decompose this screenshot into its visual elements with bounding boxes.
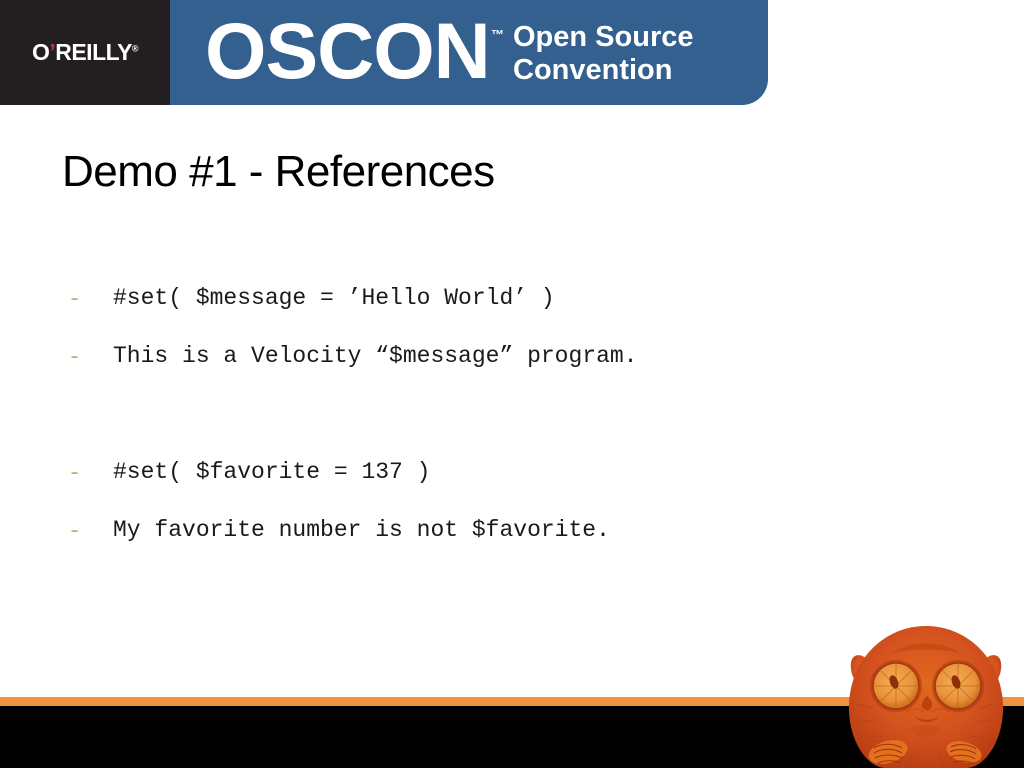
bullet-text: This is a Velocity “$message” program.	[113, 343, 638, 369]
bullet-marker	[68, 399, 113, 401]
list-item: - This is a Velocity “$message” program.	[68, 341, 968, 399]
page-title: Demo #1 - References	[62, 147, 495, 196]
trademark-icon: ™	[491, 27, 504, 42]
list-item: - #set( $message = ’Hello World’ )	[68, 283, 968, 341]
tarsier-icon	[848, 626, 1004, 768]
oreilly-wordmark: O’REILLY®	[31, 39, 139, 65]
event-subtitle-line-1: Open Source	[513, 21, 694, 53]
oscon-wordmark: OSCON	[205, 6, 491, 95]
presentation-slide: O’REILLY® OSCON ™ Open Source Convention…	[0, 0, 1024, 768]
bullet-list: - #set( $message = ’Hello World’ ) - Thi…	[68, 283, 968, 573]
oscon-header-banner: O’REILLY® OSCON ™ Open Source Convention	[0, 0, 768, 105]
bullet-marker: -	[68, 345, 82, 370]
list-item-empty	[68, 399, 968, 457]
oreilly-logo-block: O’REILLY®	[0, 0, 170, 105]
oreilly-logo: O’REILLY®	[0, 0, 170, 105]
oreilly-wordmark-suffix: REILLY	[55, 39, 132, 65]
bullet-text: #set( $favorite = 137 )	[113, 459, 431, 485]
oreilly-wordmark-prefix: O	[31, 39, 50, 65]
event-subtitle-line-2: Convention	[513, 54, 673, 86]
list-item: - #set( $favorite = 137 )	[68, 457, 968, 515]
bullet-marker: -	[68, 519, 82, 544]
bullet-text: #set( $message = ’Hello World’ )	[113, 285, 555, 311]
bullet-marker: -	[68, 461, 82, 486]
event-subtitle: Open Source Convention	[513, 21, 694, 87]
registered-mark-icon: ®	[131, 43, 139, 54]
bullet-text: My favorite number is not $favorite.	[113, 517, 610, 543]
list-item: - My favorite number is not $favorite.	[68, 515, 968, 573]
bullet-marker: -	[68, 287, 82, 312]
